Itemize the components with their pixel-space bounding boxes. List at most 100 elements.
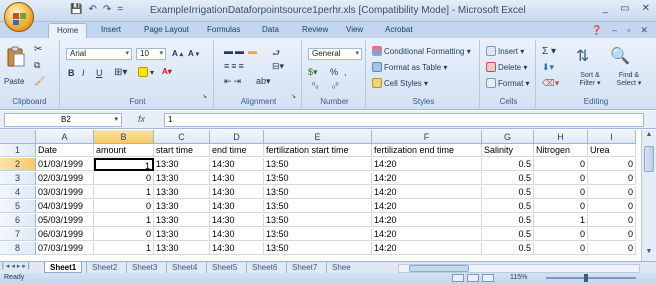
sheet-tab-sheet7[interactable]: Sheet7 (286, 262, 322, 273)
column-header-h[interactable]: H (534, 130, 588, 144)
table-cell[interactable]: 0.5 (482, 158, 534, 171)
autosum-button[interactable]: Σ ▾ (542, 46, 556, 57)
sort-filter-icon[interactable]: ⇅ (576, 46, 589, 66)
table-cell[interactable]: 0 (588, 214, 636, 227)
table-cell[interactable]: 14:20 (372, 158, 482, 171)
fill-icon[interactable]: ⬇▾ (542, 62, 554, 73)
row-header-4[interactable]: 4 (0, 186, 36, 199)
zoom-knob[interactable] (584, 274, 588, 282)
column-header-g[interactable]: G (482, 130, 534, 144)
tab-view[interactable]: View (346, 25, 363, 34)
table-cell[interactable]: 0 (534, 200, 588, 213)
column-title-cell[interactable]: end time (210, 144, 264, 157)
tab-home[interactable]: Home (48, 23, 88, 39)
table-cell[interactable]: 06/03/1999 (36, 228, 94, 241)
ribbon-minimize-icon[interactable]: – (612, 25, 617, 36)
zoom-level[interactable]: 115% (510, 274, 527, 281)
tab-review[interactable]: Review (302, 25, 328, 34)
number-format-select[interactable]: General ▾ (308, 48, 362, 60)
table-cell[interactable]: 0 (588, 200, 636, 213)
table-cell[interactable]: 13:30 (154, 242, 210, 255)
table-cell[interactable]: 0 (588, 228, 636, 241)
sheet-tab-sheet3[interactable]: Sheet3 (126, 262, 162, 273)
formula-input[interactable]: 1 (164, 113, 644, 127)
scroll-down-icon[interactable]: ▼ (642, 248, 656, 260)
table-cell[interactable]: 13:30 (154, 228, 210, 241)
column-header-c[interactable]: C (154, 130, 210, 144)
table-cell[interactable]: 14:30 (210, 186, 264, 199)
table-cell[interactable]: 0.5 (482, 228, 534, 241)
scroll-thumb[interactable] (644, 146, 654, 172)
column-title-cell[interactable]: fertilization start time (264, 144, 372, 157)
ribbon-close-icon[interactable]: ✕ (640, 25, 648, 36)
table-cell[interactable]: 13:50 (264, 214, 372, 227)
table-cell[interactable]: 13:50 (264, 172, 372, 185)
insert-cells-button[interactable]: Insert ▾ (486, 46, 524, 56)
name-box[interactable]: B2 ▾ (4, 113, 122, 127)
table-cell[interactable]: 0.5 (482, 172, 534, 185)
customize-qat-icon[interactable]: = (117, 4, 123, 15)
table-cell[interactable]: 0 (534, 186, 588, 199)
table-cell[interactable]: 14:20 (372, 186, 482, 199)
top-align-icons[interactable]: ▬▬ ▬ (224, 46, 259, 56)
column-header-e[interactable]: E (264, 130, 372, 144)
row-header-3[interactable]: 3 (0, 172, 36, 185)
table-cell[interactable]: 13:30 (154, 200, 210, 213)
format-cells-button[interactable]: Format ▾ (486, 78, 530, 88)
table-cell[interactable]: 13:50 (264, 200, 372, 213)
font-size-select[interactable]: 10 ▾ (136, 48, 166, 60)
column-header-a[interactable]: A (36, 130, 94, 144)
table-cell[interactable]: 0 (588, 158, 636, 171)
decrease-decimal-icon[interactable]: ₀⁰ (332, 81, 339, 90)
table-cell[interactable]: 14:20 (372, 200, 482, 213)
maximize-button[interactable]: ▭ (620, 3, 629, 14)
format-as-table-button[interactable]: Format as Table ▾ (372, 62, 447, 72)
italic-button[interactable]: I (82, 68, 85, 78)
table-cell[interactable]: 1 (534, 214, 588, 227)
table-cell[interactable]: 0 (534, 158, 588, 171)
column-header-f[interactable]: F (372, 130, 482, 144)
select-all-corner[interactable] (0, 130, 36, 144)
table-cell[interactable]: 0.5 (482, 214, 534, 227)
comma-icon[interactable]: , (344, 67, 347, 77)
shrink-font-button[interactable]: A ▾ (188, 49, 199, 58)
active-cell-b2[interactable]: 1 (94, 158, 154, 171)
indent-icons[interactable]: ⇤⇥ (224, 76, 243, 87)
column-title-cell[interactable]: Date (36, 144, 94, 157)
table-cell[interactable]: 14:30 (210, 200, 264, 213)
sort-filter-button[interactable]: Sort & Filter ▾ (572, 72, 608, 88)
table-cell[interactable]: 14:30 (210, 158, 264, 171)
insert-function-button[interactable]: fx (138, 114, 145, 124)
merge-center-icon[interactable]: ⊟▾ (272, 61, 284, 72)
table-cell[interactable]: 1 (94, 214, 154, 227)
paste-button[interactable]: Paste (4, 77, 24, 86)
table-cell[interactable]: 13:30 (154, 158, 210, 171)
save-icon[interactable]: 💾 (70, 4, 82, 15)
find-select-icon[interactable]: 🔍 (610, 46, 630, 66)
table-cell[interactable]: 07/03/1999 (36, 242, 94, 255)
table-cell[interactable]: 0 (534, 172, 588, 185)
hscroll-thumb[interactable] (409, 265, 469, 272)
table-cell[interactable]: 14:30 (210, 214, 264, 227)
zoom-slider[interactable] (546, 274, 636, 282)
percent-button[interactable]: % (330, 67, 338, 77)
table-cell[interactable]: 01/03/1999 (36, 158, 94, 171)
font-name-select[interactable]: Arial ▾ (66, 48, 132, 60)
table-cell[interactable]: 14:20 (372, 242, 482, 255)
table-cell[interactable]: 14:20 (372, 214, 482, 227)
table-cell[interactable]: 0 (534, 228, 588, 241)
tab-acrobat[interactable]: Acrobat (385, 25, 413, 34)
horizontal-scrollbar[interactable] (398, 264, 640, 273)
sheet-tab-shee[interactable]: Shee (326, 262, 356, 273)
redo-icon[interactable]: ↷ (103, 4, 111, 15)
wrap-text-icon[interactable]: ⮐ (272, 46, 280, 62)
scroll-up-icon[interactable]: ▲ (642, 131, 656, 143)
sheet-nav-icons[interactable]: |◂◂▸▸| (2, 262, 32, 270)
table-cell[interactable]: 13:50 (264, 158, 372, 171)
table-cell[interactable]: 14:20 (372, 172, 482, 185)
worksheet-grid[interactable]: A B C D E F G H I 1 Date amount start time end time fe… (0, 130, 640, 261)
find-select-button[interactable]: Find & Select ▾ (610, 72, 648, 88)
column-header-b[interactable]: B (94, 130, 154, 144)
font-color-button[interactable]: A▾ (162, 67, 172, 76)
cut-icon[interactable]: ✂ (34, 44, 42, 55)
